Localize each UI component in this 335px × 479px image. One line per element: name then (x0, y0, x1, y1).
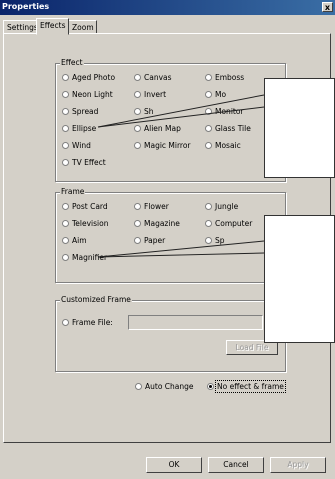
radio-icon (62, 108, 69, 115)
frame-file-radio[interactable]: Frame File: (62, 318, 113, 328)
effect-option-mo[interactable]: Mo (205, 90, 226, 100)
frame-file-input[interactable] (128, 315, 263, 330)
radio-icon (205, 142, 212, 149)
radio-icon (134, 74, 141, 81)
custom-frame-group-title: Customized Frame (60, 295, 132, 304)
radio-icon (205, 125, 212, 132)
effect-option-glass-tile[interactable]: Glass Tile (205, 124, 251, 134)
radio-icon (205, 108, 212, 115)
radio-icon (205, 203, 212, 210)
cancel-button[interactable]: Cancel (208, 457, 264, 473)
radio-icon (205, 91, 212, 98)
frame-option-aim[interactable]: Aim (62, 236, 87, 246)
effect-option-wind[interactable]: Wind (62, 141, 91, 151)
frame-option-paper[interactable]: Paper (134, 236, 165, 246)
frame-option-computer[interactable]: Computer (205, 219, 252, 229)
radio-selected-icon (207, 383, 214, 390)
effect-option-monitor[interactable]: Monitor (205, 107, 244, 117)
effect-option-spread[interactable]: Spread (62, 107, 98, 117)
effect-option-emboss[interactable]: Emboss (205, 73, 244, 83)
radio-icon (205, 220, 212, 227)
tab-settings[interactable]: Settings (3, 20, 38, 34)
radio-icon (134, 203, 141, 210)
radio-icon (134, 108, 141, 115)
frame-option-post-card[interactable]: Post Card (62, 202, 108, 212)
radio-icon (205, 74, 212, 81)
radio-icon (135, 383, 142, 390)
radio-icon (134, 91, 141, 98)
effect-callout-box (264, 78, 335, 178)
frame-option-television[interactable]: Television (62, 219, 108, 229)
radio-icon (62, 254, 69, 261)
close-icon[interactable]: x (322, 2, 333, 12)
custom-frame-group: Customized Frame (55, 295, 286, 372)
radio-icon (62, 159, 69, 166)
radio-icon (62, 203, 69, 210)
effect-option-mosaic[interactable]: Mosaic (205, 141, 241, 151)
effect-option-neon-light[interactable]: Neon Light (62, 90, 113, 100)
frame-callout-box (264, 215, 335, 343)
effect-group-title: Effect (60, 58, 84, 67)
frame-option-magazine[interactable]: Magazine (134, 219, 180, 229)
frame-option-jungle[interactable]: Jungle (205, 202, 238, 212)
radio-icon (205, 237, 212, 244)
radio-icon (134, 237, 141, 244)
apply-button[interactable]: Apply (270, 457, 326, 473)
radio-icon (62, 74, 69, 81)
radio-icon (62, 220, 69, 227)
tab-effects[interactable]: Effects (36, 18, 69, 35)
effect-option-tv-effect[interactable]: TV Effect (62, 158, 106, 168)
frame-option-magnifier[interactable]: Magnifier (62, 253, 107, 263)
effect-option-sh[interactable]: Sh (134, 107, 154, 117)
ok-button[interactable]: OK (146, 457, 202, 473)
radio-icon (62, 237, 69, 244)
radio-icon (134, 220, 141, 227)
effect-option-magic-mirror[interactable]: Magic Mirror (134, 141, 191, 151)
frame-option-flower[interactable]: Flower (134, 202, 169, 212)
effect-option-canvas[interactable]: Canvas (134, 73, 172, 83)
effect-option-aged-photo[interactable]: Aged Photo (62, 73, 115, 83)
radio-icon (62, 142, 69, 149)
radio-icon (62, 125, 69, 132)
auto-change-radio[interactable]: Auto Change (135, 382, 194, 392)
title-bar: Properties x (0, 0, 335, 15)
frame-group-title: Frame (60, 187, 86, 196)
radio-icon (62, 91, 69, 98)
effect-option-invert[interactable]: Invert (134, 90, 166, 100)
effect-option-ellipse[interactable]: Ellipse (62, 124, 96, 134)
radio-icon (62, 319, 69, 326)
window-title: Properties (2, 2, 50, 11)
radio-icon (134, 142, 141, 149)
radio-icon (134, 125, 141, 132)
frame-option-sp[interactable]: Sp (205, 236, 225, 246)
effect-option-alien-map[interactable]: Alien Map (134, 124, 181, 134)
no-effect-radio[interactable]: No effect & frame (207, 380, 286, 393)
tab-zoom[interactable]: Zoom (68, 20, 97, 34)
